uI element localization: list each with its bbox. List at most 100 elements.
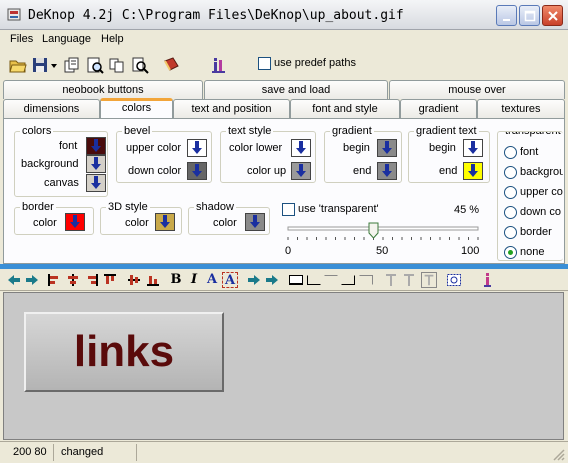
gradient-begin-color-button[interactable]: [377, 139, 397, 157]
print-preview-icon[interactable]: [86, 56, 104, 74]
bevel-group: bevel upper color down color: [116, 125, 212, 183]
minimize-icon: [503, 19, 510, 21]
title-bar: DeKnop 4.2j C:\Program Files\DeKnop\up_a…: [0, 0, 568, 30]
use-transparent-checkbox[interactable]: [282, 203, 295, 216]
image-icon[interactable]: [446, 272, 462, 288]
frame-style-2-icon[interactable]: [306, 272, 322, 288]
bevel-upper-color-button[interactable]: [187, 139, 207, 157]
arrow-right-icon[interactable]: [24, 272, 40, 288]
text-lower-color-button[interactable]: [291, 139, 311, 157]
canvas-color-label: canvas: [44, 177, 79, 189]
align-center-h-icon[interactable]: [65, 272, 81, 288]
transparent-radio-upper[interactable]: [504, 186, 517, 199]
font-color-icon[interactable]: A: [204, 272, 220, 288]
transparent-radio-background[interactable]: [504, 166, 517, 179]
font-size-icon[interactable]: A: [222, 272, 238, 288]
gradient-text-begin-color-button[interactable]: [463, 139, 483, 157]
text-style-3-icon[interactable]: [421, 272, 437, 288]
menu-files[interactable]: Files: [10, 33, 33, 45]
zoom-page-icon[interactable]: [131, 56, 149, 74]
align-left-icon[interactable]: [46, 272, 62, 288]
frame-style-4-icon[interactable]: [340, 272, 356, 288]
tab-save-and-load[interactable]: save and load: [204, 80, 388, 99]
gradient-text-end-color-button[interactable]: [463, 162, 483, 180]
slider-thumb[interactable]: [368, 222, 379, 239]
menu-language[interactable]: Language: [42, 33, 91, 45]
tab-text-and-position[interactable]: text and position: [173, 99, 290, 118]
preview-button[interactable]: links: [24, 312, 224, 392]
align-middle-icon[interactable]: [126, 272, 142, 288]
font-color-label: font: [59, 140, 78, 152]
tab-gradient[interactable]: gradient: [400, 99, 477, 118]
transparent-option-border: border: [520, 226, 552, 238]
text-up-color-button[interactable]: [291, 162, 311, 180]
border-group: border color: [14, 201, 94, 235]
font-color-button[interactable]: [86, 137, 106, 155]
down-arrow-icon: [91, 157, 101, 170]
info-icon[interactable]: [210, 56, 228, 74]
tab-neobook-buttons[interactable]: neobook buttons: [3, 80, 203, 99]
down-arrow-icon: [296, 141, 306, 154]
tab-mouse-over[interactable]: mouse over: [389, 80, 565, 99]
alignment-toolbar: B I A A: [0, 269, 568, 291]
colors-panel: colors font background canvas bevel uppe…: [3, 118, 565, 264]
transparent-radio-none[interactable]: [504, 246, 517, 259]
text-style-2-icon[interactable]: [401, 272, 417, 288]
transparent-radio-down[interactable]: [504, 206, 517, 219]
slider-mid-label: 50: [376, 245, 389, 257]
tab-colors[interactable]: colors: [100, 98, 173, 119]
resize-grip-icon[interactable]: [552, 448, 565, 461]
move-right-icon[interactable]: [246, 272, 262, 288]
tab-font-and-style[interactable]: font and style: [290, 99, 400, 118]
move-far-right-icon[interactable]: [264, 272, 280, 288]
italic-icon[interactable]: I: [186, 272, 202, 288]
frame-style-5-icon[interactable]: [358, 272, 374, 288]
info-small-icon[interactable]: [480, 272, 496, 288]
maximize-button[interactable]: [519, 5, 540, 26]
gradient-text-end-label: end: [439, 165, 458, 177]
transparent-radio-border[interactable]: [504, 226, 517, 239]
window-title: DeKnop 4.2j C:\Program Files\DeKnop\up_a…: [28, 8, 404, 23]
transparent-radio-font[interactable]: [504, 146, 517, 159]
transparency-slider[interactable]: [282, 219, 486, 245]
background-color-button[interactable]: [86, 155, 106, 173]
predef-paths-checkbox[interactable]: [258, 57, 271, 70]
canvas-color-button[interactable]: [86, 174, 106, 192]
copy-pages-icon[interactable]: [63, 56, 81, 74]
arrow-left-icon[interactable]: [6, 272, 22, 288]
gradient-text-group-title: gradient text: [414, 125, 479, 137]
border-color-button[interactable]: [65, 213, 85, 231]
book-icon[interactable]: [162, 56, 180, 74]
transparency-percent: 45 %: [454, 204, 480, 216]
align-right-icon[interactable]: [84, 272, 100, 288]
shadow-color-button[interactable]: [245, 213, 265, 231]
text-up-label: color up: [247, 165, 287, 177]
open-folder-icon[interactable]: [9, 56, 27, 74]
gradient-end-label: end: [353, 165, 372, 177]
style3d-color-button[interactable]: [155, 213, 175, 231]
bevel-down-color-button[interactable]: [187, 162, 207, 180]
status-divider: [136, 444, 137, 461]
copy-icon[interactable]: [108, 56, 126, 74]
use-transparent-label: use 'transparent': [298, 203, 379, 215]
tab-textures[interactable]: textures: [477, 99, 565, 118]
down-arrow-icon: [91, 176, 101, 189]
save-icon[interactable]: [31, 56, 49, 74]
menu-help[interactable]: Help: [101, 33, 124, 45]
colors-group: colors font background canvas: [14, 125, 108, 197]
down-arrow-icon: [250, 215, 260, 228]
align-bottom-icon[interactable]: [145, 272, 161, 288]
align-top-icon[interactable]: [102, 272, 118, 288]
gradient-end-color-button[interactable]: [377, 162, 397, 180]
preview-button-text: links: [73, 327, 175, 376]
frame-style-3-icon[interactable]: [323, 272, 339, 288]
dropdown-arrow-icon[interactable]: [49, 56, 59, 74]
minimize-button[interactable]: [496, 5, 517, 26]
bold-icon[interactable]: B: [168, 272, 184, 288]
tab-dimensions[interactable]: dimensions: [3, 99, 100, 118]
bevel-upper-label: upper color: [126, 142, 182, 154]
text-style-1-icon[interactable]: [383, 272, 399, 288]
frame-style-1-icon[interactable]: [288, 272, 304, 288]
down-arrow-icon: [192, 164, 202, 177]
close-button[interactable]: [542, 5, 563, 26]
